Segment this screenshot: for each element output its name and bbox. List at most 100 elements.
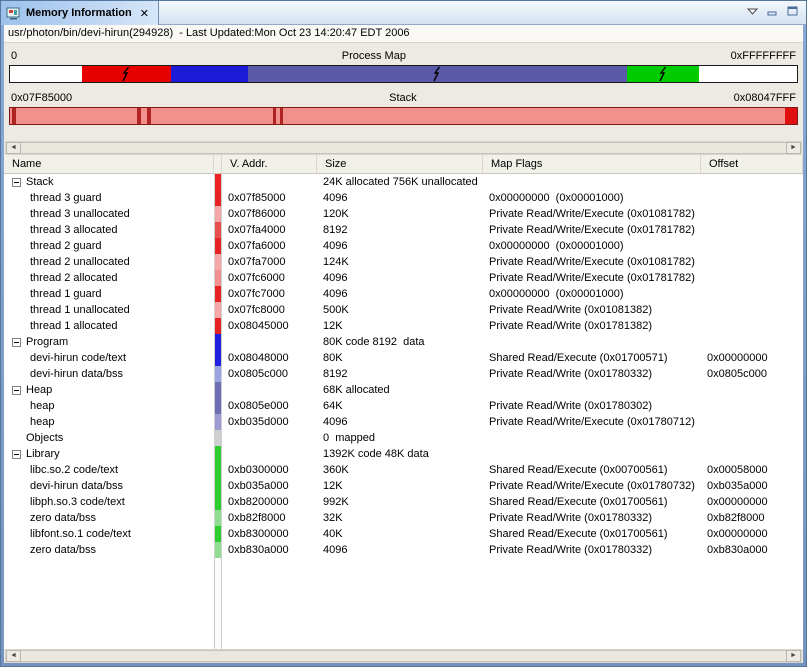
column-header-marker (214, 155, 222, 173)
table-row[interactable]: thread 2 allocated0x07fc60004096Private … (4, 270, 803, 286)
table-row[interactable]: devi-hirun code/text0x0804800080KShared … (4, 350, 803, 366)
row-offset (701, 398, 803, 414)
row-vaddr: 0xb0300000 (222, 462, 317, 478)
table-row[interactable]: Objects0 mapped (4, 430, 803, 446)
table-row[interactable]: zero data/bss0xb830a0004096Private Read/… (4, 542, 803, 558)
view-menu-icon[interactable] (747, 8, 758, 15)
row-offset: 0x0805c000 (701, 366, 803, 382)
discontinuity-bolt-icon (122, 67, 131, 82)
stack-map-bar[interactable] (9, 107, 798, 125)
row-name-label: zero data/bss (30, 510, 96, 526)
row-map-flags: Private Read/Write (0x01081382) (483, 302, 701, 318)
view-client-area: usr/photon/bin/devi-hirun(294928) - Last… (4, 25, 803, 663)
row-map-flags: Private Read/Write (0x01780332) (483, 366, 701, 382)
row-size: 80K code 8192 data (317, 334, 483, 350)
memory-view-icon (6, 7, 21, 20)
row-vaddr (222, 382, 317, 398)
table-row[interactable]: heap0xb035d0004096Private Read/Write/Exe… (4, 414, 803, 430)
row-size: 120K (317, 206, 483, 222)
row-map-flags: Private Read/Write/Execute (0x01781782) (483, 222, 701, 238)
marker-column-rail (214, 558, 222, 649)
row-offset (701, 334, 803, 350)
process-map-segment (627, 66, 699, 82)
table-row[interactable]: thread 1 guard0x07fc700040960x00000000 (… (4, 286, 803, 302)
table-row[interactable]: zero data/bss0xb82f800032KPrivate Read/W… (4, 510, 803, 526)
scroll-right-icon[interactable]: ► (786, 142, 801, 154)
chart-horizontal-scrollbar[interactable]: ◄ ► (5, 141, 802, 155)
column-header-size[interactable]: Size (317, 155, 483, 173)
table-row[interactable]: libph.so.3 code/text0xb8200000992KShared… (4, 494, 803, 510)
row-name-label: Stack (26, 174, 54, 190)
table-row[interactable]: thread 3 unallocated0x07f86000120KPrivat… (4, 206, 803, 222)
tree-expander-minus-icon[interactable] (12, 178, 21, 187)
discontinuity-bolt-icon (658, 67, 667, 82)
row-map-flags: Private Read/Write/Execute (0x01081782) (483, 206, 701, 222)
row-size: 4096 (317, 286, 483, 302)
row-color-marker (214, 206, 222, 222)
tree-expander-minus-icon[interactable] (12, 386, 21, 395)
row-color-marker (214, 366, 222, 382)
tab-memory-information[interactable]: Memory Information ✕ (1, 1, 159, 25)
row-map-flags: Private Read/Write (0x01780332) (483, 542, 701, 558)
scroll-left-icon[interactable]: ◄ (6, 650, 21, 662)
close-icon[interactable]: ✕ (140, 7, 149, 20)
table-row[interactable]: thread 3 guard0x07f8500040960x00000000 (… (4, 190, 803, 206)
view-tab-bar: Memory Information ✕ (1, 1, 806, 25)
table-row[interactable]: Stack24K allocated 756K unallocated (4, 174, 803, 190)
stack-map-title: Stack (72, 89, 733, 107)
row-size: 4096 (317, 542, 483, 558)
table-row[interactable]: libfont.so.1 code/text0xb830000040KShare… (4, 526, 803, 542)
table-row[interactable]: devi-hirun data/bss0x0805c0008192Private… (4, 366, 803, 382)
column-header-name[interactable]: Name (4, 155, 214, 173)
scrollbar-thumb[interactable] (21, 650, 786, 662)
row-name-label: thread 2 allocated (30, 270, 117, 286)
table-row[interactable]: Library1392K code 48K data (4, 446, 803, 462)
minimize-icon[interactable] (767, 6, 778, 16)
row-vaddr (222, 334, 317, 350)
row-name-label: libfont.so.1 code/text (30, 526, 131, 542)
table-row[interactable]: thread 1 allocated0x0804500012KPrivate R… (4, 318, 803, 334)
row-name-label: devi-hirun code/text (30, 350, 126, 366)
row-color-marker (214, 254, 222, 270)
column-header-offset[interactable]: Offset (701, 155, 803, 173)
table-row[interactable]: thread 1 unallocated0x07fc8000500KPrivat… (4, 302, 803, 318)
table-horizontal-scrollbar[interactable]: ◄ ► (5, 649, 802, 663)
row-vaddr: 0xb035d000 (222, 414, 317, 430)
row-size: 0 mapped (317, 430, 483, 446)
table-row[interactable]: libc.so.2 code/text0xb0300000360KShared … (4, 462, 803, 478)
row-offset: 0xb035a000 (701, 478, 803, 494)
stack-map-labels: 0x07F85000 Stack 0x08047FFF (9, 89, 798, 107)
tree-expander-minus-icon[interactable] (12, 338, 21, 347)
scrollbar-thumb[interactable] (21, 142, 786, 154)
table-row[interactable]: thread 2 guard0x07fa600040960x00000000 (… (4, 238, 803, 254)
table-row[interactable]: Heap68K allocated (4, 382, 803, 398)
table-row[interactable]: devi-hirun data/bss0xb035a00012KPrivate … (4, 478, 803, 494)
row-offset (701, 270, 803, 286)
row-color-marker (214, 542, 222, 558)
table-row[interactable]: thread 3 allocated0x07fa40008192Private … (4, 222, 803, 238)
row-size: 64K (317, 398, 483, 414)
scroll-left-icon[interactable]: ◄ (6, 142, 21, 154)
column-header-vaddr[interactable]: V. Addr. (222, 155, 317, 173)
row-offset (701, 190, 803, 206)
row-offset: 0x00000000 (701, 350, 803, 366)
scroll-right-icon[interactable]: ► (786, 650, 801, 662)
row-name-label: thread 1 unallocated (30, 302, 130, 318)
row-map-flags: 0x00000000 (0x00001000) (483, 238, 701, 254)
table-row[interactable]: thread 2 unallocated0x07fa7000124KPrivat… (4, 254, 803, 270)
table-body: Stack24K allocated 756K unallocatedthrea… (4, 174, 803, 649)
row-vaddr: 0x07fa7000 (222, 254, 317, 270)
tab-title: Memory Information (26, 7, 132, 19)
row-offset (701, 318, 803, 334)
row-name-label: heap (30, 398, 54, 414)
stack-used-marker (12, 108, 16, 124)
maximize-icon[interactable] (787, 6, 798, 16)
table-row[interactable]: heap0x0805e00064KPrivate Read/Write (0x0… (4, 398, 803, 414)
tree-expander-minus-icon[interactable] (12, 450, 21, 459)
column-header-map-flags[interactable]: Map Flags (483, 155, 701, 173)
row-color-marker (214, 382, 222, 398)
row-vaddr: 0x08048000 (222, 350, 317, 366)
row-map-flags: Shared Read/Execute (0x00700561) (483, 462, 701, 478)
table-row[interactable]: Program80K code 8192 data (4, 334, 803, 350)
process-map-bar[interactable] (9, 65, 798, 83)
